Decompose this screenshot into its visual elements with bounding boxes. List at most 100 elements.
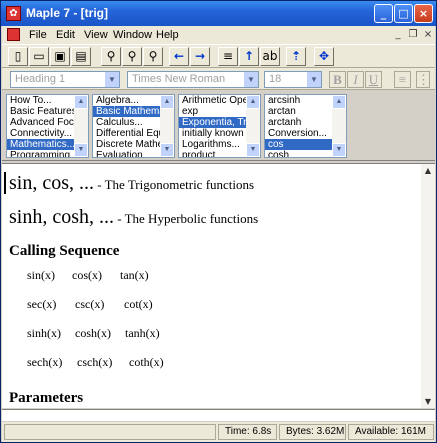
title-bar[interactable]: ✿ Maple 7 - [trig] _ □ × [1, 1, 436, 26]
maple-window: ✿ Maple 7 - [trig] _ □ × File Edit View … [0, 0, 437, 443]
new-icon[interactable]: ▯ [8, 47, 28, 66]
bold-button[interactable]: B [329, 71, 346, 88]
toolbar: ▯ ▭ ▣ ▤ ⚲ ⚲ ⚲ ← → ≡ ↑ ab ⇡ ✥ [2, 44, 435, 68]
maple-app-icon[interactable]: ✿ [6, 6, 21, 21]
input-area[interactable] [2, 409, 435, 421]
status-bar: Time: 6.8s Bytes: 3.62M Available: 161M [2, 422, 435, 442]
document-icon[interactable] [7, 28, 20, 41]
format-bar: Heading 1 ▼ Times New Roman ▼ 18 ▼ B I U… [2, 68, 435, 90]
underline-button[interactable]: U [365, 71, 382, 88]
chevron-down-icon[interactable]: ▼ [105, 72, 119, 87]
zoom-100-icon[interactable]: ⚲ [101, 47, 121, 66]
align-extra-icon[interactable]: ⋮ [416, 71, 430, 88]
scroll-down-icon[interactable]: ▼ [332, 143, 346, 157]
scroll-down-icon[interactable]: ▼ [74, 143, 88, 157]
scrollbar[interactable]: ▲ ▼ [332, 95, 346, 157]
list-item[interactable]: How To... [7, 95, 74, 106]
topic-list-4[interactable]: arcsinh arctan arctanh Conversion... cos cosh… [264, 94, 347, 158]
up-icon[interactable]: ⇡ [286, 47, 306, 66]
list-item[interactable]: Connectivity... [7, 128, 74, 139]
list-item[interactable]: Basic Mathema [93, 106, 160, 117]
list-item[interactable]: cos [265, 139, 332, 150]
list-item[interactable]: Algebra... [93, 95, 160, 106]
move-icon[interactable]: ✥ [314, 47, 334, 66]
list-item[interactable]: arctan [265, 106, 332, 117]
style-value: Heading 1 [15, 73, 66, 85]
scroll-down-icon[interactable]: ▼ [246, 143, 260, 157]
italic-button[interactable]: I [347, 71, 364, 88]
menu-view[interactable]: View [84, 29, 108, 41]
zoom-400-icon[interactable]: ⚲ [143, 47, 163, 66]
scroll-up-icon[interactable]: ▲ [74, 95, 88, 109]
seq-item: sin(x) [27, 268, 55, 282]
font-value: Times New Roman [132, 73, 226, 85]
topic-list-1[interactable]: How To... Basic Features Advanced Foc Conne… [6, 94, 89, 158]
list-item[interactable]: Exponentia, Tr [179, 117, 246, 128]
close-button[interactable]: × [414, 4, 433, 23]
abc-icon[interactable]: ab [260, 47, 280, 66]
scrollbar[interactable]: ▲ ▼ [160, 95, 174, 157]
parameters-heading: Parameters [9, 390, 84, 406]
list-item[interactable]: initially known f [179, 128, 246, 139]
list-item[interactable]: Differential Equ [93, 128, 160, 139]
list-item[interactable]: Basic Features [7, 106, 74, 117]
seq-item: cos(x) [72, 268, 102, 282]
font-select[interactable]: Times New Roman ▼ [127, 71, 259, 88]
menu-file[interactable]: File [29, 29, 47, 41]
scroll-down-icon[interactable]: ▼ [421, 395, 435, 408]
list-item[interactable]: Calculus... [93, 117, 160, 128]
align-icon[interactable]: ≡ [394, 71, 411, 88]
list-item[interactable]: Advanced Foc [7, 117, 74, 128]
menu-help[interactable]: Help [156, 29, 179, 41]
list-item[interactable]: cosh [265, 150, 332, 157]
heading-hyperbolic-desc: - The Hyperbolic functions [114, 211, 259, 226]
list-item[interactable]: Programming [7, 150, 74, 157]
maximize-button[interactable]: □ [394, 4, 413, 23]
list-item[interactable]: Discrete Mathe [93, 139, 160, 150]
list-item[interactable]: Arithmetic Oper [179, 95, 246, 106]
list-item[interactable]: Logarithms... [179, 139, 246, 150]
list-item[interactable]: product [179, 150, 246, 157]
seq-item: cot(x) [124, 297, 153, 311]
scroll-up-icon[interactable]: ▲ [246, 95, 260, 109]
mdi-close-icon[interactable]: × [421, 29, 435, 41]
menu-window[interactable]: Window [113, 29, 152, 41]
scroll-up-icon[interactable]: ▲ [421, 164, 435, 178]
scrollbar[interactable]: ▲ ▼ [74, 95, 88, 157]
status-message [4, 424, 216, 440]
menu-edit[interactable]: Edit [56, 29, 75, 41]
scroll-up-icon[interactable]: ▲ [160, 95, 174, 109]
size-select[interactable]: 18 ▼ [264, 71, 322, 88]
back-icon[interactable]: ← [169, 47, 189, 66]
chevron-down-icon[interactable]: ▼ [244, 72, 258, 87]
topic-list-3[interactable]: Arithmetic Oper exp Exponentia, Tr initiall… [178, 94, 261, 158]
zoom-200-icon[interactable]: ⚲ [122, 47, 142, 66]
document-scrollbar[interactable]: ▲ ▼ [421, 164, 435, 408]
calling-sequence-heading: Calling Sequence [9, 243, 120, 259]
list-item[interactable]: arctanh [265, 117, 332, 128]
style-select[interactable]: Heading 1 ▼ [10, 71, 120, 88]
chevron-down-icon[interactable]: ▼ [307, 72, 321, 87]
heading-hyperbolic: sinh, cosh, ... - The Hyperbolic functio… [9, 206, 258, 229]
save-icon[interactable]: ▣ [50, 47, 70, 66]
scrollbar[interactable]: ▲ ▼ [246, 95, 260, 157]
list-item[interactable]: Evaluation [93, 150, 160, 157]
text-icon[interactable]: ≡ [218, 47, 238, 66]
scroll-up-icon[interactable]: ▲ [332, 95, 346, 109]
list-item[interactable]: Mathematics... [7, 139, 74, 150]
mdi-restore-icon[interactable]: ❐ [406, 29, 420, 41]
help-document[interactable]: sin, cos, ... - The Trigonometric functi… [2, 163, 435, 408]
forward-icon[interactable]: → [190, 47, 210, 66]
mdi-minimize-icon[interactable]: _ [391, 29, 405, 41]
open-icon[interactable]: ▭ [29, 47, 49, 66]
list-item[interactable]: arcsinh [265, 95, 332, 106]
minimize-button[interactable]: _ [374, 4, 393, 23]
topic-list-2[interactable]: Algebra... Basic Mathema Calculus... Differ… [92, 94, 175, 158]
up-arrow-icon[interactable]: ↑ [239, 47, 259, 66]
list-item[interactable]: exp [179, 106, 246, 117]
print-icon[interactable]: ▤ [71, 47, 91, 66]
list-item[interactable]: Conversion... [265, 128, 332, 139]
heading-hyperbolic-functions: sinh, cosh, ... [9, 206, 114, 228]
heading-trig: sin, cos, ... - The Trigonometric functi… [9, 172, 254, 195]
scroll-down-icon[interactable]: ▼ [160, 143, 174, 157]
